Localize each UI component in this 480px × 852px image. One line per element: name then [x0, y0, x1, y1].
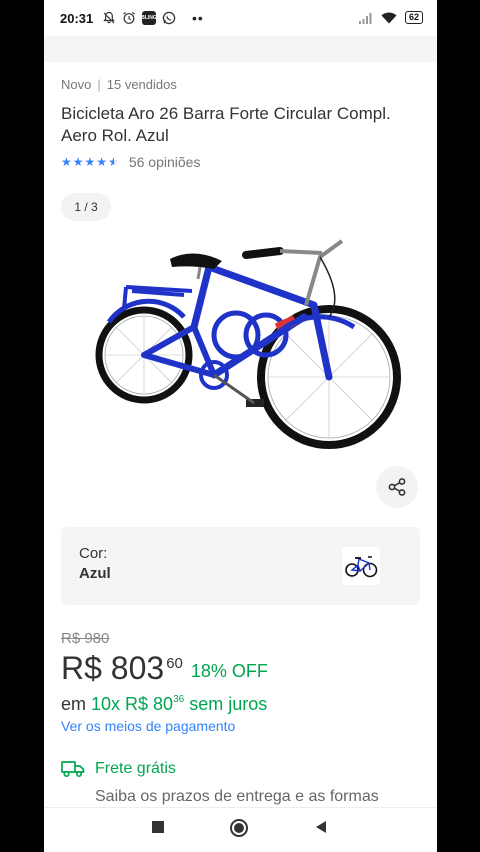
home-icon[interactable]	[229, 818, 249, 838]
price-cents: 60	[166, 655, 183, 672]
share-button[interactable]	[376, 466, 418, 508]
product-title: Bicicleta Aro 26 Barra Forte Circular Co…	[61, 104, 391, 145]
star-icon: ★	[84, 155, 96, 169]
installments-value: 10x R$ 8036 sem juros	[91, 694, 267, 714]
installments-amount: 10x R$ 80	[91, 694, 174, 714]
header-strip	[44, 36, 437, 62]
payment-methods-link[interactable]: Ver os meios de pagamento	[61, 718, 235, 734]
image-counter: 1 / 3	[61, 193, 111, 221]
alarm-icon	[123, 12, 135, 24]
shipping-row[interactable]: Frete grátis	[61, 760, 176, 778]
signal-icon	[358, 12, 372, 24]
status-notifications: BLING ••	[102, 10, 204, 26]
current-price: R$ 803	[61, 650, 165, 686]
condition-label: Novo	[61, 77, 92, 92]
sold-count: 15 vendidos	[106, 77, 177, 92]
truck-icon	[61, 761, 85, 778]
rating-row[interactable]: ★ ★ ★ ★ ★ 56 opiniões	[61, 154, 200, 170]
bicycle-thumbnail-icon	[345, 556, 378, 578]
wifi-icon	[381, 12, 397, 23]
discount-badge: 18% OFF	[190, 661, 268, 681]
android-nav-bar	[44, 807, 437, 852]
status-right: 62	[358, 11, 423, 24]
installments-cents: 36	[173, 694, 185, 705]
phone-screen: 20:31 BLING •• 62 Novo | 15 vendidos Bicic…	[44, 0, 437, 852]
price-row: R$ 803 60 18% OFF	[61, 648, 268, 688]
shipping-subtitle: Saiba os prazos de entrega e as formas	[95, 788, 379, 805]
product-meta: Novo | 15 vendidos	[61, 77, 177, 92]
recents-icon[interactable]	[151, 820, 165, 834]
rating-stars: ★ ★ ★ ★ ★	[61, 155, 119, 169]
variant-value: Azul	[79, 565, 111, 582]
variant-label: Cor:	[79, 545, 108, 562]
battery-icon: 62	[404, 11, 423, 24]
bicycle-image[interactable]	[74, 227, 404, 472]
installments-suffix: sem juros	[184, 694, 268, 714]
whatsapp-icon	[162, 11, 176, 25]
installments: em 10x R$ 8036 sem juros	[61, 694, 267, 715]
back-icon[interactable]	[314, 820, 328, 834]
star-icon: ★	[96, 155, 108, 169]
shipping-title: Frete grátis	[95, 760, 176, 777]
half-star-icon: ★	[108, 155, 119, 169]
status-time: 20:31	[60, 11, 94, 26]
app-badge-icon: BLING	[141, 11, 157, 25]
color-variant-picker[interactable]: Cor: Azul	[61, 527, 420, 605]
star-icon: ★	[72, 155, 84, 169]
status-bar: 20:31 BLING •• 62	[44, 0, 437, 36]
share-icon	[388, 478, 406, 496]
star-icon: ★	[61, 155, 72, 169]
muted-bell-icon	[103, 11, 115, 24]
meta-separator: |	[97, 77, 101, 92]
reviews-count: 56 opiniões	[128, 154, 201, 170]
installments-prefix: em	[61, 694, 92, 714]
variant-thumbnail[interactable]	[342, 547, 380, 585]
more-notifications-icon: ••	[192, 10, 204, 26]
old-price: R$ 980	[61, 630, 110, 647]
